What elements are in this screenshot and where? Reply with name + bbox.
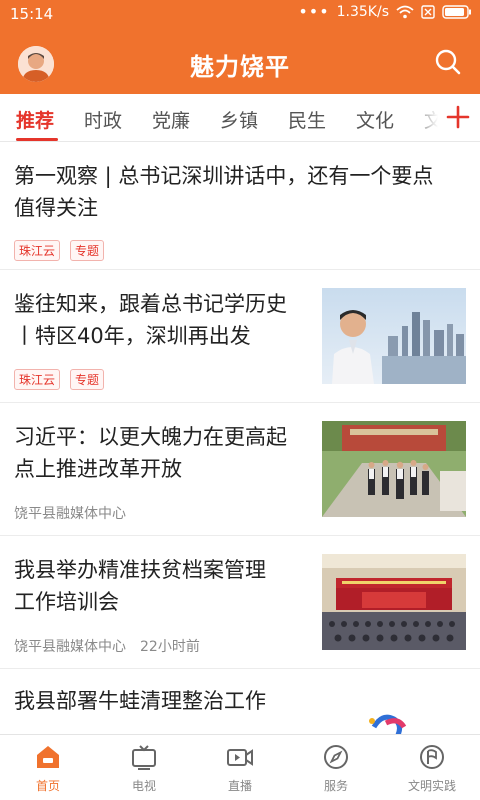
status-bar: 15:14 ••• 1.35K/s [0,0,480,28]
compass-icon [324,745,348,769]
headline-line: 我县部署牛蛙清理整治工作 [14,689,266,713]
channel-tabs: 推荐 时政 党廉 乡镇 民生 文化 文 [0,94,480,142]
status-indicators: ••• 1.35K/s [291,4,472,20]
nav-label: 首页 [35,779,60,793]
nav-live[interactable]: 直播 [192,735,288,800]
news-item[interactable]: 鉴往知来，跟着总书记学历史 丨特区40年，深圳再出发 珠江云 专题 [0,270,480,403]
news-meta: 饶平县融媒体中心 22小时前 [14,636,200,656]
headline-line: 我县举办精准扶贫档案管理 [14,558,266,582]
news-meta: 饶平县融媒体中心 [14,503,126,523]
headline-line: 鉴往知来，跟着总书记学历史 [14,292,287,316]
headline-line: 习近平：以更大魄力在更高起 [14,425,287,449]
tab-livelihood[interactable]: 民生 [288,106,326,133]
source-tag: 珠江云 [14,369,61,390]
flag-icon [420,745,444,769]
tab-party-integrity[interactable]: 党廉 [152,106,190,133]
live-icon [227,749,253,766]
tab-politics[interactable]: 时政 [84,106,122,133]
news-item[interactable]: 第一观察 | 总书记深圳讲话中，还有一个要点 值得关注 珠江云 专题 [0,142,480,270]
network-speed: 1.35K/s [336,4,389,20]
news-time: 22小时前 [140,639,200,655]
search-icon[interactable] [434,48,462,76]
news-source: 饶平县融媒体中心 [14,639,126,655]
topic-tag: 专题 [70,369,105,390]
add-channel-icon[interactable] [444,102,472,132]
news-headline: 习近平：以更大魄力在更高起 点上推进改革开放 [14,421,314,485]
news-headline: 第一观察 | 总书记深圳讲话中，还有一个要点 值得关注 [14,160,466,224]
app-header: 魅力饶平 [0,28,480,94]
tab-culture[interactable]: 文化 [356,106,394,133]
news-item[interactable]: 我县部署牛蛙清理整治工作 [0,669,480,734]
news-source: 饶平县融媒体中心 [14,506,126,522]
news-thumbnail-portrait-city [322,288,466,384]
news-item[interactable]: 习近平：以更大魄力在更高起 点上推进改革开放 饶平县融媒体中心 [0,403,480,536]
headline-line: 值得关注 [14,196,98,220]
signal-dots: ••• [298,2,330,21]
nav-civilization-practice[interactable]: 文明实践 [384,735,480,800]
nav-services[interactable]: 服务 [288,735,384,800]
nav-home[interactable]: 首页 [0,735,96,800]
news-thumbnail-meeting-hall [322,554,466,650]
headline-line: 丨特区40年，深圳再出发 [14,324,251,348]
nav-label: 直播 [227,779,252,793]
active-tab-indicator [16,138,58,141]
news-feed: 第一观察 | 总书记深圳讲话中，还有一个要点 值得关注 珠江云 专题 鉴往知来，… [0,142,480,734]
bottom-nav: 首页 电视 直播 服务 文明实践 [0,734,480,800]
tv-icon [132,745,156,770]
nav-tv[interactable]: 电视 [96,735,192,800]
news-thumbnail-logo [322,705,466,734]
news-headline: 我县部署牛蛙清理整治工作 [14,685,314,717]
nav-label: 电视 [131,779,156,793]
headline-line: 工作培训会 [14,590,119,614]
tab-recommend[interactable]: 推荐 [16,106,54,133]
tab-towns[interactable]: 乡镇 [220,106,258,133]
source-tag: 珠江云 [14,240,61,261]
headline-line: 点上推进改革开放 [14,457,182,481]
news-thumbnail-walking-group [322,421,466,517]
news-meta: 珠江云 专题 [14,369,114,390]
nav-label: 服务 [323,779,348,793]
topic-tag: 专题 [70,240,105,261]
headline-line: 第一观察 | 总书记深圳讲话中，还有一个要点 [14,164,434,188]
news-item[interactable]: 我县举办精准扶贫档案管理 工作培训会 饶平县融媒体中心 22小时前 [0,536,480,669]
news-headline: 我县举办精准扶贫档案管理 工作培训会 [14,554,314,618]
no-sim-icon [421,5,435,19]
battery-icon [442,5,472,19]
home-icon [37,746,59,768]
status-time: 15:14 [10,5,54,23]
app-title: 魅力饶平 [190,53,290,81]
wifi-icon [396,5,414,19]
news-headline: 鉴往知来，跟着总书记学历史 丨特区40年，深圳再出发 [14,288,314,352]
news-meta: 珠江云 专题 [14,240,114,261]
nav-label: 文明实践 [407,779,456,793]
